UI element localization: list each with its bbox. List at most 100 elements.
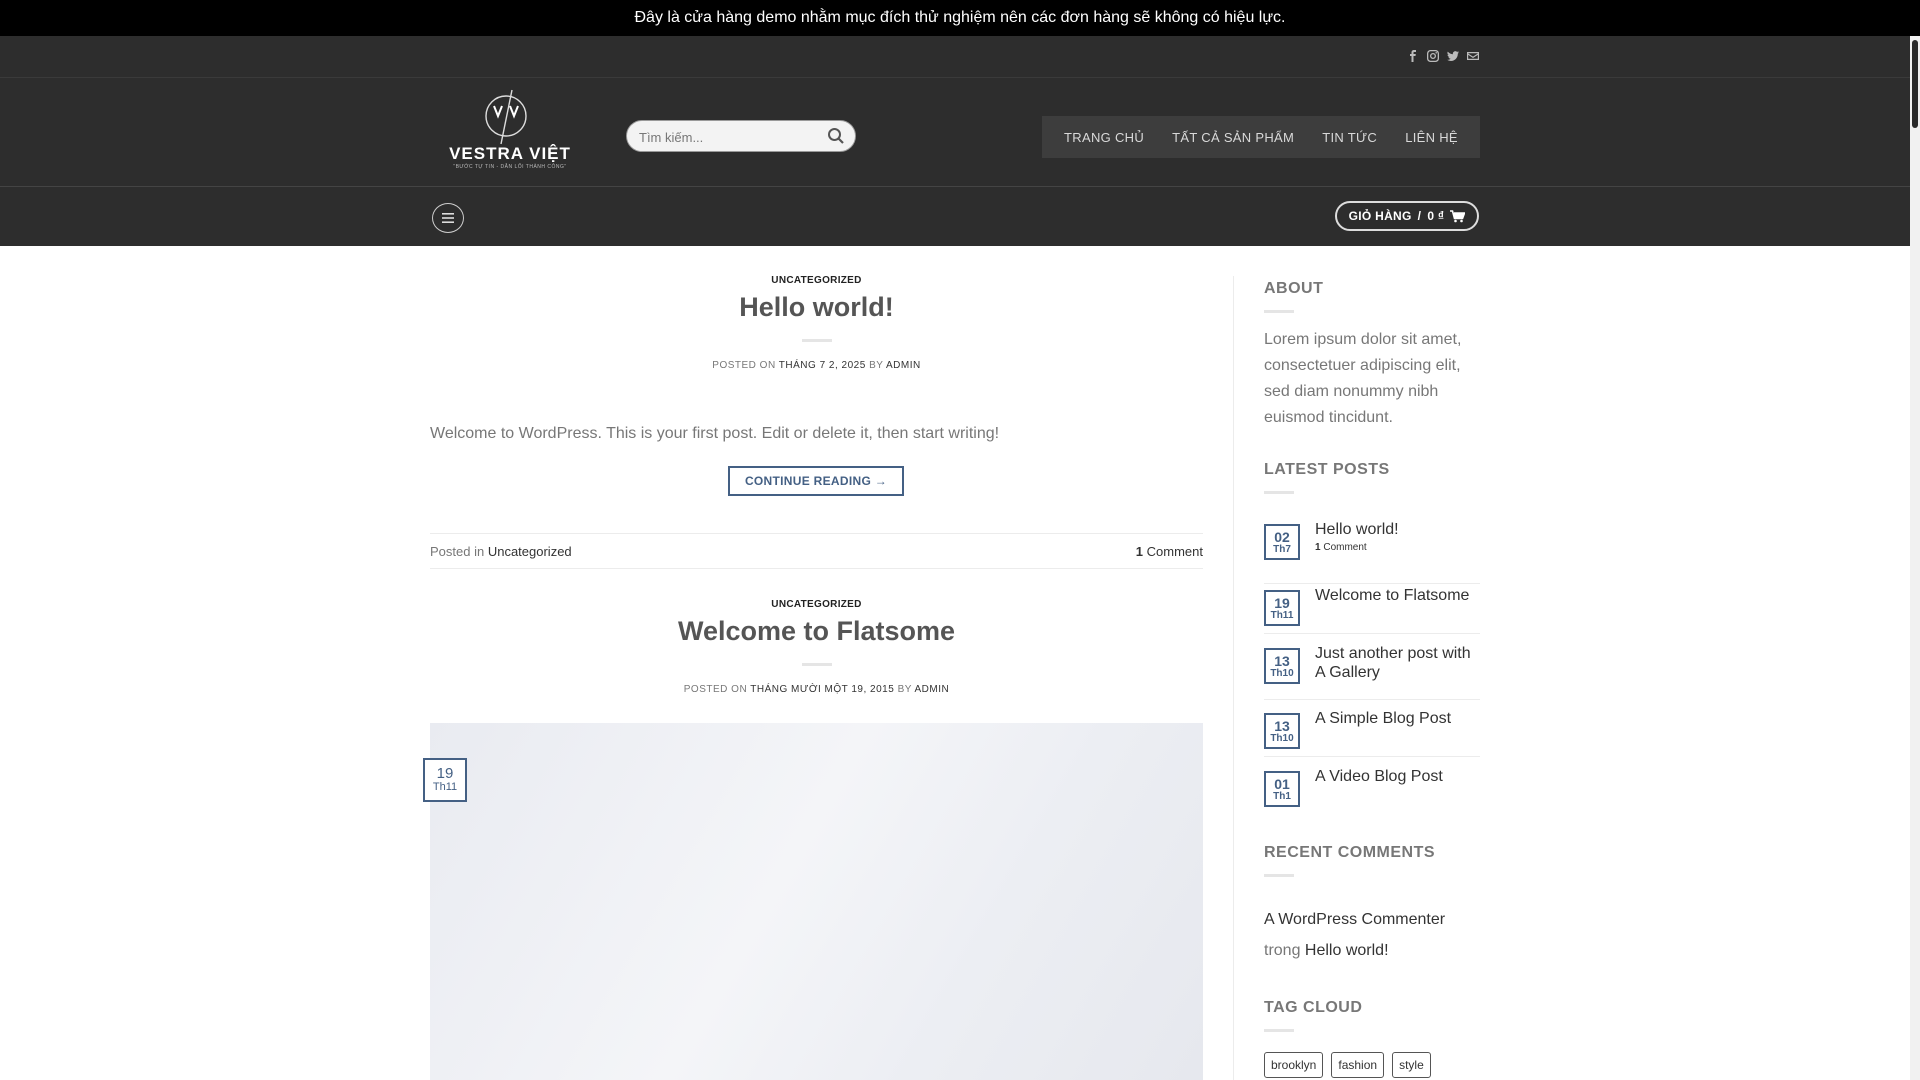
latest-post-date: 13 Th10 (1264, 648, 1300, 684)
nav-item-all-products[interactable]: TẤT CẢ SẢN PHẨM (1172, 130, 1294, 145)
comments-link[interactable]: 1 Comment (1136, 544, 1203, 559)
latest-post-date: 13 Th10 (1264, 713, 1300, 749)
facebook-icon[interactable] (1406, 48, 1420, 64)
demo-notice-bar: Đây là cửa hàng demo nhằm mục đích thử n… (0, 0, 1920, 36)
search-box (626, 120, 856, 152)
post-meta: POSTED ON THÁNG 7 2, 2025 BY ADMIN (430, 360, 1203, 371)
posted-on-label: POSTED ON (683, 684, 748, 695)
site-logo[interactable]: VESTRA VIỆT “BƯỚC TỰ TIN - DẪN LỐI THÀNH… (438, 88, 582, 176)
post-title[interactable]: Welcome to Flatsome (430, 616, 1203, 647)
latest-post-item[interactable]: 13 Th10 A Simple Blog Post (1264, 707, 1480, 757)
nav-item-news[interactable]: TIN TỨC (1322, 130, 1377, 145)
tag-link[interactable]: brooklyn (1264, 1052, 1324, 1078)
scrollbar-thumb[interactable] (1912, 40, 1918, 128)
title-divider (801, 663, 832, 666)
cart-separator: / (1417, 209, 1422, 223)
header-bottom-bar: GIỎ HÀNG / 0 ₫ (0, 186, 1910, 246)
comments-label: Comment (1146, 543, 1203, 559)
latest-post-comments[interactable]: 1 Comment (1315, 542, 1367, 553)
comment-post-link[interactable]: Hello world! (1305, 942, 1389, 959)
hamburger-icon (442, 213, 454, 223)
latest-post-item[interactable]: 01 Th1 A Video Blog Post (1264, 765, 1480, 815)
comment-author[interactable]: A WordPress Commenter (1264, 911, 1445, 929)
cart-total: 0 ₫ (1427, 209, 1445, 223)
comment-on: trong Hello world! (1264, 942, 1389, 960)
post-excerpt: Welcome to WordPress. This is your first… (430, 425, 1000, 442)
date-day: 13 (1274, 718, 1290, 734)
badge-month: Th11 (432, 781, 458, 793)
date-day: 13 (1274, 653, 1290, 669)
latest-post-title[interactable]: A Video Blog Post (1315, 767, 1480, 786)
latest-post-title[interactable]: A Simple Blog Post (1315, 709, 1480, 728)
latest-post-title[interactable]: Just another post with A Gallery (1315, 644, 1480, 682)
page-scrollbar[interactable] (1910, 36, 1920, 1080)
date-month: Th11 (1270, 610, 1294, 621)
tag-link[interactable]: style (1392, 1052, 1431, 1078)
demo-notice-text: Đây là cửa hàng demo nhằm mục đích thử n… (634, 9, 1286, 26)
search-input[interactable] (639, 127, 819, 147)
widget-divider (1264, 491, 1294, 494)
date-day: 02 (1274, 529, 1290, 545)
comments-count: 1 (1135, 543, 1144, 559)
logo-name: VESTRA VIỆT (449, 144, 571, 163)
widget-title: TAG CLOUD (1264, 999, 1363, 1016)
by-label: BY (897, 684, 912, 695)
latest-post-item[interactable]: 13 Th10 Just another post with A Gallery (1264, 642, 1480, 700)
widget-title: ABOUT (1264, 280, 1324, 297)
widget-divider (1264, 1029, 1294, 1032)
latest-post-item[interactable]: 19 Th11 Welcome to Flatsome (1264, 584, 1480, 634)
twitter-icon[interactable] (1446, 48, 1460, 64)
search-icon[interactable] (827, 127, 845, 145)
sidebar-divider (1233, 276, 1234, 1080)
comment-on-label: trong (1264, 942, 1301, 959)
cart-button[interactable]: GIỎ HÀNG / 0 ₫ (1335, 201, 1479, 231)
posted-in-label: Posted in (430, 543, 485, 559)
widget-recent-comments: RECENT COMMENTS (1264, 844, 1480, 877)
cart-label: GIỎ HÀNG (1348, 209, 1412, 223)
site-header: VESTRA VIỆT “BƯỚC TỰ TIN - DẪN LỐI THÀNH… (0, 78, 1910, 186)
post-featured-image[interactable] (430, 723, 1203, 1080)
cart-icon (1450, 209, 1466, 222)
widget-divider (1264, 310, 1294, 313)
blog-post: UNCATEGORIZED Hello world! POSTED ON THÁ… (430, 275, 1203, 371)
post-category[interactable]: UNCATEGORIZED (430, 599, 1203, 610)
date-day: 01 (1274, 776, 1290, 792)
main-nav: TRANG CHỦ TẤT CẢ SẢN PHẨM TIN TỨC LIÊN H… (1042, 116, 1480, 158)
latest-post-title[interactable]: Hello world! (1315, 520, 1480, 539)
widget-divider (1264, 874, 1294, 877)
logo-tagline: “BƯỚC TỰ TIN - DẪN LỐI THÀNH CÔNG” (453, 164, 567, 170)
post-date-badge: 19 Th11 (423, 758, 467, 802)
posted-in-category[interactable]: Uncategorized (488, 544, 572, 559)
nav-item-contact[interactable]: LIÊN HỆ (1405, 130, 1458, 145)
post-author[interactable]: ADMIN (886, 360, 921, 371)
latest-post-item[interactable]: 02 Th7 Hello world! 1 Comment (1264, 518, 1480, 584)
comment-count: 1 (1315, 542, 1321, 553)
tag-cloud: brooklyn fashion style (1264, 1052, 1431, 1078)
date-day: 19 (1274, 595, 1290, 611)
logo-emblem-icon (485, 89, 527, 145)
instagram-icon[interactable] (1426, 48, 1440, 64)
post-date[interactable]: THÁNG 7 2, 2025 (779, 360, 866, 371)
post-author[interactable]: ADMIN (915, 684, 950, 695)
post-meta: POSTED ON THÁNG MƯỜI MỘT 19, 2015 BY ADM… (430, 684, 1203, 695)
widget-latest-posts: LATEST POSTS (1264, 461, 1480, 494)
post-date[interactable]: THÁNG MƯỜI MỘT 19, 2015 (750, 684, 894, 695)
continue-reading-button[interactable]: CONTINUE READING → (728, 466, 904, 496)
widget-tag-cloud: TAG CLOUD (1264, 999, 1480, 1032)
menu-button[interactable] (432, 203, 464, 233)
widget-title: LATEST POSTS (1264, 461, 1390, 478)
comment-label: Comment (1323, 542, 1367, 553)
email-icon[interactable] (1466, 48, 1480, 64)
blog-post: UNCATEGORIZED Welcome to Flatsome POSTED… (430, 599, 1203, 695)
date-month: Th10 (1270, 668, 1294, 679)
tag-link[interactable]: fashion (1331, 1052, 1385, 1078)
post-footer: Posted in Uncategorized 1 Comment (430, 533, 1203, 569)
latest-post-title[interactable]: Welcome to Flatsome (1315, 586, 1480, 605)
nav-item-home[interactable]: TRANG CHỦ (1064, 130, 1144, 145)
title-divider (801, 339, 832, 342)
posted-in: Posted in Uncategorized (430, 544, 572, 559)
post-title[interactable]: Hello world! (430, 292, 1203, 323)
widget-about: ABOUT Lorem ipsum dolor sit amet, consec… (1264, 280, 1480, 431)
latest-post-date: 19 Th11 (1264, 590, 1300, 626)
post-category[interactable]: UNCATEGORIZED (430, 275, 1203, 286)
